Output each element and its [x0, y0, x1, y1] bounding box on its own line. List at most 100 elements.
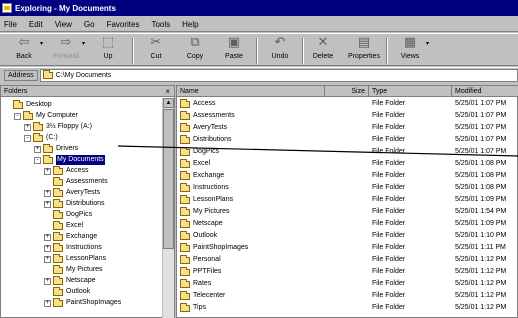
paste-icon: ▣ [227, 35, 241, 50]
file-row[interactable]: PaintShopImages File Folder 5/25/01 1:11 P… [177, 242, 518, 253]
expand-icon[interactable]: + [44, 189, 51, 197]
file-row[interactable]: Telecenter File Folder 5/25/01 1:12 PM [177, 290, 518, 301]
file-row[interactable]: Personal File Folder 5/25/01 1:12 PM [177, 254, 518, 265]
file-row[interactable]: Rates File Folder 5/25/01 1:12 PM [177, 278, 518, 289]
column-name[interactable]: Name [177, 86, 325, 97]
scroll-up-icon[interactable]: ▲ [163, 98, 174, 108]
tree-item[interactable]: - (C:) [24, 132, 58, 143]
file-row[interactable]: AveryTests File Folder 5/25/01 1:07 PM [177, 122, 518, 133]
delete-button[interactable]: ✕ Delete [303, 36, 343, 66]
up-button[interactable]: ⬚ Up [88, 36, 128, 66]
scroll-thumb[interactable] [163, 109, 174, 249]
folder-icon [43, 143, 53, 153]
collapse-icon[interactable]: - [24, 134, 31, 142]
tree-item[interactable]: My Pictures [44, 264, 103, 275]
tree-item-label: Assessments [66, 178, 108, 185]
views-icon: ▦ [403, 35, 417, 50]
collapse-icon[interactable]: - [14, 112, 21, 120]
file-row[interactable]: Exchange File Folder 5/25/01 1:08 PM [177, 170, 518, 181]
menu-view[interactable]: View [55, 20, 72, 29]
views-button[interactable]: ▦ Views ▾ [390, 36, 430, 66]
expand-icon[interactable]: + [44, 200, 51, 208]
tree-item[interactable]: Desktop [4, 99, 52, 110]
menu-favorites[interactable]: Favorites [107, 20, 140, 29]
views-dropdown-icon[interactable]: ▾ [426, 40, 429, 47]
tree-item[interactable]: + Netscape [44, 275, 96, 286]
expand-icon[interactable]: + [44, 233, 51, 241]
back-dropdown-icon[interactable]: ▾ [40, 40, 43, 47]
tree-item[interactable]: - My Computer [14, 110, 78, 121]
back-button[interactable]: ⇦ Back ▾ [4, 36, 44, 66]
files-pane: Name Size Type Modified Access File Folde… [176, 85, 518, 318]
file-row[interactable]: Access File Folder 5/25/01 1:07 PM [177, 98, 518, 109]
column-size[interactable]: Size [325, 86, 369, 97]
forward-dropdown-icon[interactable]: ▾ [82, 40, 85, 47]
file-row[interactable]: DogPics File Folder 5/25/01 1:07 PM [177, 146, 518, 157]
tree-item[interactable]: + AveryTests [44, 187, 100, 198]
folder-icon [53, 264, 63, 274]
tree-item[interactable]: + Drivers [34, 143, 79, 154]
cut-button[interactable]: ✂ Cut [136, 36, 176, 66]
file-row[interactable]: Instructions File Folder 5/25/01 1:08 PM [177, 182, 518, 193]
expand-icon[interactable]: + [24, 123, 31, 131]
explorer-icon [2, 3, 12, 13]
tree-item[interactable]: + Distributions [44, 198, 105, 209]
file-row[interactable]: PPTFiles File Folder 5/25/01 1:12 PM [177, 266, 518, 277]
file-row[interactable]: LessonPlans File Folder 5/25/01 1:09 PM [177, 194, 518, 205]
expand-icon[interactable]: + [34, 145, 41, 153]
tree-scrollbar[interactable]: ▲ [162, 98, 174, 318]
folder-icon [180, 134, 190, 144]
tree-item[interactable]: + LessonPlans [44, 253, 106, 264]
expand-icon[interactable]: + [44, 255, 51, 263]
address-field[interactable]: C:\My Documents [39, 69, 518, 82]
tree-item[interactable]: + Exchange [44, 231, 97, 242]
tree-item[interactable]: DogPics [44, 209, 92, 220]
properties-button[interactable]: ▤ Properties [344, 36, 384, 66]
tree-item-label: Access [66, 167, 89, 174]
menu-go[interactable]: Go [84, 20, 95, 29]
folder-icon [53, 242, 63, 252]
file-row[interactable]: Assessments File Folder 5/25/01 1:07 PM [177, 110, 518, 121]
file-row[interactable]: Netscape File Folder 5/25/01 1:09 PM [177, 218, 518, 229]
menu-file[interactable]: File [4, 20, 17, 29]
file-row[interactable]: My Pictures File Folder 5/25/01 1:54 PM [177, 206, 518, 217]
expand-icon[interactable]: + [44, 244, 51, 252]
file-row[interactable]: Outlook File Folder 5/25/01 1:10 PM [177, 230, 518, 241]
folders-header: Folders × [1, 86, 174, 97]
folder-icon [180, 290, 190, 300]
undo-button[interactable]: ↶ Undo [260, 36, 300, 66]
properties-icon: ▤ [357, 35, 371, 50]
collapse-icon[interactable]: - [34, 156, 41, 164]
tree-item[interactable]: + PaintShopImages [44, 297, 122, 308]
column-modified[interactable]: Modified [452, 86, 518, 97]
tree-item[interactable]: +3½ Floppy (A:) [24, 121, 92, 132]
file-name: Outlook [180, 230, 217, 241]
file-type: File Folder [372, 304, 406, 311]
tree-item[interactable]: + Instructions [44, 242, 102, 253]
file-modified: 5/25/01 1:08 PM [455, 184, 507, 191]
menu-help[interactable]: Help [182, 20, 198, 29]
tree-item[interactable]: Excel [44, 220, 83, 231]
paste-button[interactable]: ▣ Paste [214, 36, 254, 66]
tree-item[interactable]: + Access [44, 165, 89, 176]
copy-button[interactable]: ⧉ Copy [175, 36, 215, 66]
file-name: PPTFiles [180, 266, 221, 277]
window-title: Exploring - My Documents [15, 3, 116, 13]
tree-item-label: PaintShopImages [66, 299, 122, 306]
forward-button[interactable]: ⇨ Forward ▾ [46, 36, 86, 66]
tree-item[interactable]: Outlook [44, 286, 90, 297]
expand-icon[interactable]: + [44, 299, 51, 307]
menu-edit[interactable]: Edit [29, 20, 43, 29]
column-type[interactable]: Type [369, 86, 452, 97]
tree-item[interactable]: Assessments [44, 176, 108, 187]
tree-item-label: Drivers [56, 145, 79, 152]
title-bar[interactable]: Exploring - My Documents [0, 0, 518, 16]
menu-tools[interactable]: Tools [151, 20, 170, 29]
expand-icon[interactable]: + [44, 167, 51, 175]
file-row[interactable]: Distributions File Folder 5/25/01 1:07 PM [177, 134, 518, 145]
expand-icon[interactable]: + [44, 277, 51, 285]
close-folders-icon[interactable]: × [165, 86, 170, 97]
tree-item[interactable]: - My Documents [34, 154, 105, 165]
file-row[interactable]: Excel File Folder 5/25/01 1:08 PM [177, 158, 518, 169]
file-row[interactable]: Tips File Folder 5/25/01 1:12 PM [177, 302, 518, 313]
